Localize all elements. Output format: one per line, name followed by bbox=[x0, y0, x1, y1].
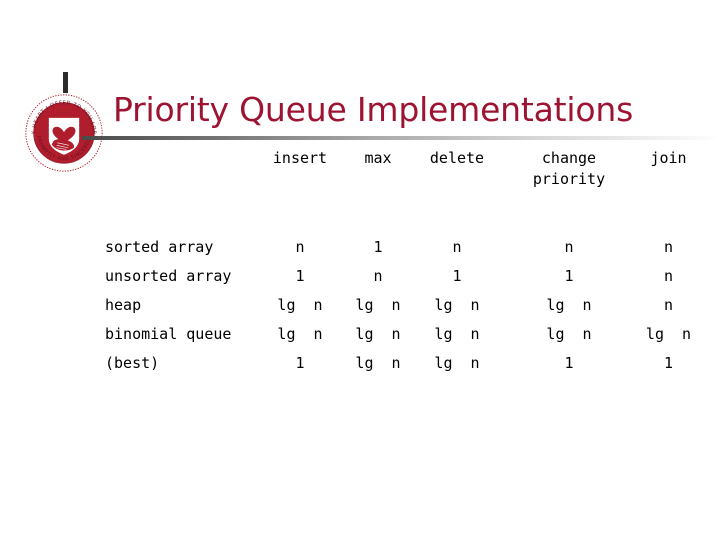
table-row: binomial queue lg n lg n lg n lg n lg n bbox=[0, 320, 720, 349]
cell-best-delete: lg n bbox=[434, 354, 480, 372]
title-divider bbox=[82, 136, 720, 140]
row-label-binomial-queue: binomial queue bbox=[105, 325, 232, 343]
column-header-change-priority-line1: change bbox=[541, 149, 597, 167]
column-header-change-priority: change priority bbox=[515, 148, 623, 190]
page-title: Priority Queue Implementations bbox=[113, 90, 634, 129]
cell-heap-delete: lg n bbox=[434, 296, 480, 314]
column-header-change-priority-line2: priority bbox=[532, 170, 606, 188]
row-label-heap: heap bbox=[105, 296, 142, 314]
cell-heap-change-priority: lg n bbox=[546, 296, 592, 314]
row-label-unsorted-array: unsorted array bbox=[105, 267, 232, 285]
column-header-delete: delete bbox=[429, 149, 485, 167]
cell-binomial-queue-delete: lg n bbox=[434, 325, 480, 343]
cell-binomial-queue-join: lg n bbox=[645, 325, 692, 343]
table-body: sorted array n 1 n n n unsorted array 1 … bbox=[0, 233, 720, 378]
cell-unsorted-array-delete: 1 bbox=[452, 267, 462, 285]
table-row: heap lg n lg n lg n lg n n bbox=[0, 291, 720, 320]
table-row: sorted array n 1 n n n bbox=[0, 233, 720, 262]
cell-sorted-array-join: n bbox=[663, 238, 674, 256]
column-header-join: join bbox=[650, 149, 687, 167]
row-label-sorted-array: sorted array bbox=[105, 238, 214, 256]
cell-sorted-array-delete: n bbox=[452, 238, 462, 256]
cell-best-join: 1 bbox=[663, 354, 674, 372]
cell-unsorted-array-join: n bbox=[663, 267, 674, 285]
cell-best-change-priority: 1 bbox=[564, 354, 574, 372]
row-label-best: (best) bbox=[105, 354, 160, 372]
slide: MY HEART I OFFER TO YOU LORD PROMPTLY AN… bbox=[0, 0, 720, 540]
table-header-row: insert max delete change priority join bbox=[0, 148, 720, 192]
logo-stem bbox=[63, 72, 68, 93]
complexity-table: insert max delete change priority join so… bbox=[0, 148, 720, 372]
cell-unsorted-array-change-priority: 1 bbox=[564, 267, 574, 285]
cell-binomial-queue-change-priority: lg n bbox=[546, 325, 592, 343]
table-row: unsorted array 1 n 1 1 n bbox=[0, 262, 720, 291]
cell-sorted-array-change-priority: n bbox=[564, 238, 574, 256]
cell-heap-join: n bbox=[663, 296, 674, 314]
table-row: (best) 1 lg n lg n 1 1 bbox=[0, 349, 720, 378]
